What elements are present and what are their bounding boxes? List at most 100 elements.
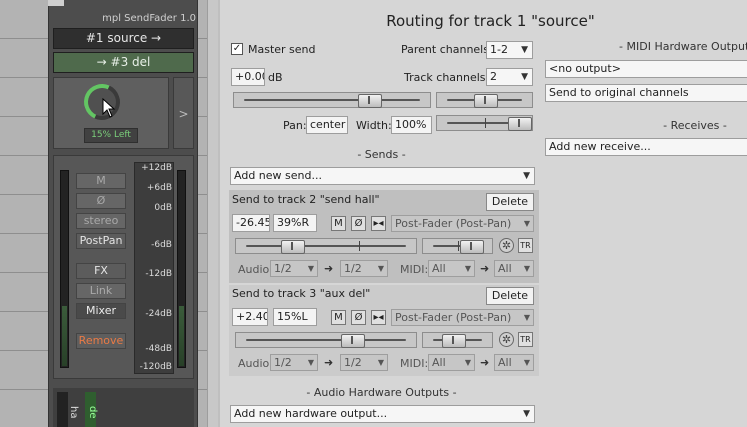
chevron-down-icon: ▼ bbox=[523, 219, 530, 228]
audio-hw-outputs-header: - Audio Hardware Outputs - bbox=[306, 386, 457, 399]
send-mono-icon[interactable]: ▸◂ bbox=[371, 216, 386, 231]
pan-input[interactable]: center bbox=[306, 116, 348, 134]
width-slider[interactable] bbox=[436, 115, 533, 131]
volume-unit: dB bbox=[268, 71, 283, 84]
audio-dest-value: 1/2 bbox=[344, 262, 362, 275]
send-trim-icon[interactable]: TR bbox=[518, 238, 533, 253]
mixer-button[interactable]: Mixer bbox=[76, 303, 126, 319]
send-volume-thumb[interactable] bbox=[281, 240, 305, 254]
send-env-icon[interactable]: ✲ bbox=[499, 238, 514, 253]
width-input[interactable]: 100% bbox=[391, 116, 432, 134]
master-send-checkbox[interactable]: ✓ bbox=[231, 43, 243, 55]
meter-right bbox=[177, 170, 186, 368]
send-volume-input[interactable]: +2.40 bbox=[232, 308, 268, 326]
window-frame bbox=[207, 0, 218, 427]
master-send-label: Master send bbox=[248, 43, 316, 56]
mute-button[interactable]: M bbox=[76, 173, 126, 189]
track-channels-label: Track channels: bbox=[404, 71, 490, 84]
midi-source-select[interactable]: All ▼ bbox=[428, 260, 475, 277]
track-volume-slider[interactable] bbox=[233, 92, 431, 108]
delete-send-button[interactable]: Delete bbox=[486, 287, 534, 305]
send-mode-value: Post-Fader (Post-Pan) bbox=[395, 311, 512, 324]
track-pan-slider[interactable] bbox=[436, 92, 533, 108]
remove-button[interactable]: Remove bbox=[76, 333, 126, 349]
db-label: +12dB bbox=[141, 163, 172, 173]
db-label: 0dB bbox=[154, 203, 172, 213]
audio-source-select[interactable]: 1/2 ▼ bbox=[270, 260, 318, 277]
midi-hw-outputs-header: - MIDI Hardware Outputs bbox=[619, 40, 747, 53]
arrow-right-icon: ➜ bbox=[480, 356, 490, 369]
audio-source-value: 1/2 bbox=[274, 262, 292, 275]
link-button[interactable]: Link bbox=[76, 283, 126, 299]
add-hw-output-select[interactable]: Add new hardware output... ▼ bbox=[230, 405, 535, 423]
send-volume-slider[interactable] bbox=[235, 238, 417, 254]
send-mode-select[interactable]: Post-Fader (Post-Pan) ▼ bbox=[391, 309, 534, 326]
chevron-down-icon: ▼ bbox=[523, 313, 530, 322]
parent-channels-select[interactable]: 1-2 ▼ bbox=[486, 41, 533, 59]
meter-left bbox=[60, 170, 69, 368]
track-channels-select[interactable]: 2 ▼ bbox=[486, 68, 533, 86]
add-send-select[interactable]: Add new send... ▼ bbox=[230, 167, 535, 185]
arrow-right-icon: ➜ bbox=[480, 262, 490, 275]
strip-top-handle bbox=[48, 0, 64, 6]
audio-source-value: 1/2 bbox=[274, 356, 292, 369]
send-original-channels-select[interactable]: Send to original channels bbox=[545, 84, 747, 102]
send-trim-icon[interactable]: TR bbox=[518, 332, 533, 347]
route-source-button[interactable]: #1 source → bbox=[53, 28, 194, 49]
audio-dest-select[interactable]: 1/2 ▼ bbox=[340, 260, 388, 277]
chevron-down-icon: ▼ bbox=[523, 358, 530, 367]
send-mono-icon[interactable]: ▸◂ bbox=[371, 310, 386, 325]
midi-source-value: All bbox=[432, 262, 446, 275]
plugin-name: mpl SendFader 1.0 bbox=[102, 13, 196, 24]
send-mode-select[interactable]: Post-Fader (Post-Pan) ▼ bbox=[391, 215, 534, 232]
send-mode-value: Post-Fader (Post-Pan) bbox=[395, 217, 512, 230]
send-env-icon[interactable]: ✲ bbox=[499, 332, 514, 347]
send-phase-button[interactable]: Ø bbox=[351, 216, 366, 231]
parent-channels-label: Parent channels: bbox=[401, 43, 493, 56]
width-label: Width: bbox=[356, 119, 392, 132]
send-volume-input[interactable]: -26.45 bbox=[232, 214, 270, 232]
track-volume-input[interactable]: +0.00 bbox=[231, 68, 265, 86]
route-destination-button[interactable]: → #3 del bbox=[53, 52, 194, 73]
send-pan-slider[interactable] bbox=[422, 332, 493, 348]
send-pan-thumb[interactable] bbox=[442, 334, 466, 348]
send-pan-input[interactable]: 15%L bbox=[273, 308, 317, 326]
send-pan-slider[interactable] bbox=[422, 238, 493, 254]
send-phase-button[interactable]: Ø bbox=[351, 310, 366, 325]
audio-source-select[interactable]: 1/2 ▼ bbox=[270, 354, 318, 371]
add-receive-select[interactable]: Add new receive... bbox=[545, 138, 747, 156]
send-mute-button[interactable]: M bbox=[331, 216, 346, 231]
midi-source-value: All bbox=[432, 356, 446, 369]
send-title: Send to track 3 "aux del" bbox=[232, 287, 371, 300]
mouse-cursor-icon bbox=[102, 98, 116, 118]
stereo-button[interactable]: stereo bbox=[76, 213, 126, 229]
track-label-de: de bbox=[87, 406, 98, 419]
delete-send-button[interactable]: Delete bbox=[486, 193, 534, 211]
chevron-down-icon: ▼ bbox=[523, 171, 530, 181]
arrow-right-icon: ➜ bbox=[324, 262, 334, 275]
db-label: -48dB bbox=[145, 344, 172, 354]
fx-button[interactable]: FX bbox=[76, 263, 126, 279]
postpan-button[interactable]: PostPan bbox=[76, 233, 126, 249]
send-volume-slider[interactable] bbox=[235, 332, 417, 348]
audio-label: Audio: bbox=[238, 357, 273, 370]
pan-knob-label: 15% Left bbox=[84, 128, 138, 143]
midi-output-select[interactable]: <no output> bbox=[545, 60, 747, 78]
send-pan-thumb[interactable] bbox=[460, 240, 484, 254]
phase-button[interactable]: Ø bbox=[76, 193, 126, 209]
midi-dest-select[interactable]: All ▼ bbox=[494, 354, 534, 371]
add-hw-output-text: Add new hardware output... bbox=[234, 407, 388, 420]
chevron-down-icon: ▼ bbox=[521, 72, 528, 82]
send-pan-input[interactable]: 39%R bbox=[273, 214, 317, 232]
audio-dest-select[interactable]: 1/2 ▼ bbox=[340, 354, 388, 371]
midi-source-select[interactable]: All ▼ bbox=[428, 354, 475, 371]
chevron-down-icon: ▼ bbox=[464, 358, 471, 367]
midi-dest-select[interactable]: All ▼ bbox=[494, 260, 534, 277]
send-mute-button[interactable]: M bbox=[331, 310, 346, 325]
db-label: +6dB bbox=[146, 183, 172, 193]
midi-dest-value: All bbox=[498, 356, 512, 369]
pan-label: Pan: bbox=[283, 119, 307, 132]
expand-arrow-button[interactable]: > bbox=[173, 77, 194, 149]
send-volume-thumb[interactable] bbox=[341, 334, 365, 348]
audio-label: Audio: bbox=[238, 263, 273, 276]
